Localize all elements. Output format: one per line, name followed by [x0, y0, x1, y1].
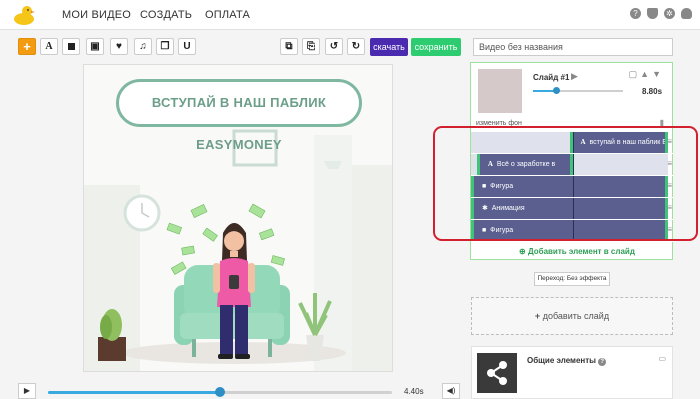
duplicate-icon[interactable]: ⧉ — [280, 38, 298, 55]
slide-title: Слайд #1 — [533, 73, 570, 82]
canvas-banner-text[interactable]: ВСТУПАЙ В НАШ ПАБЛИК EASYMONEY — [116, 79, 362, 152]
magnet-icon[interactable]: U — [178, 38, 196, 55]
add-shape-icon[interactable] — [62, 38, 80, 55]
help-icon[interactable]: ? — [630, 8, 641, 19]
nav-create[interactable]: СОЗДАТЬ — [140, 9, 192, 21]
add-heart-icon[interactable]: ♥ — [110, 38, 128, 55]
common-elements-title: Общие элементы ? — [527, 356, 607, 366]
slide-duration-value: 8.80s — [642, 87, 663, 96]
slide-duration-slider[interactable] — [533, 87, 623, 94]
undo-icon[interactable]: ↺ — [325, 38, 343, 55]
collapse-icon[interactable]: ▭ — [658, 354, 666, 363]
duck-logo-icon[interactable] — [12, 3, 36, 27]
common-elements-label: Общие элементы — [527, 356, 596, 365]
video-title-input[interactable]: Видео без названия — [473, 38, 673, 56]
gear-icon[interactable]: ✲ — [664, 8, 675, 19]
volume-icon[interactable]: ◀) — [442, 383, 460, 399]
common-elements-panel: Общие элементы ? ▭ — [471, 346, 673, 399]
paste-icon[interactable]: ⎘ — [302, 38, 320, 55]
playback-scrubber[interactable] — [48, 387, 392, 397]
add-music-icon[interactable]: ♫ — [134, 38, 152, 55]
video-canvas[interactable]: ВСТУПАЙ В НАШ ПАБЛИК EASYMONEY — [83, 64, 393, 372]
highlight-annotation — [433, 126, 698, 241]
slide-duration-knob[interactable] — [552, 87, 560, 94]
help-icon[interactable]: ? — [598, 358, 607, 366]
slide-controls[interactable]: ▢▲▼ — [629, 69, 664, 80]
playback-knob[interactable] — [215, 387, 225, 397]
nav-my-videos[interactable]: МОИ ВИДЕО — [62, 9, 131, 21]
share-icon[interactable] — [477, 353, 517, 393]
slide-play-icon[interactable]: ▶ — [571, 71, 578, 82]
bell-icon[interactable] — [647, 8, 658, 19]
redo-icon[interactable]: ↻ — [347, 38, 365, 55]
top-bar: МОИ ВИДЕО СОЗДАТЬ ОПЛАТА ? ✲ — [0, 0, 700, 30]
save-button[interactable]: сохранить — [411, 38, 461, 56]
plus-icon: + — [534, 311, 541, 321]
user-icon[interactable] — [681, 8, 692, 19]
add-slide-label: добавить слайд — [542, 311, 610, 321]
transition-button[interactable]: Переход: Без эффекта — [534, 272, 610, 286]
playback-bar: ▶ 4.40s ◀) — [0, 378, 470, 399]
plus-circle-icon: ⊕ — [519, 247, 526, 256]
playback-progress — [48, 391, 220, 394]
add-element-button[interactable]: ⊕ Добавить элемент в слайд — [519, 247, 635, 256]
add-element-label: Добавить элемент в слайд — [527, 247, 635, 256]
slide-thumbnail[interactable] — [478, 69, 522, 113]
current-time: 4.40s — [404, 387, 424, 396]
download-button[interactable]: скачать — [370, 38, 408, 56]
play-icon[interactable]: ▶ — [18, 383, 36, 399]
copy-icon[interactable]: ❐ — [156, 38, 174, 55]
add-text-button[interactable]: A — [40, 38, 58, 55]
add-button[interactable]: + — [18, 38, 36, 55]
add-image-icon[interactable]: ▣ — [86, 38, 104, 55]
add-slide-button[interactable]: + добавить слайд — [471, 297, 673, 335]
nav-payment[interactable]: ОПЛАТА — [205, 9, 250, 21]
